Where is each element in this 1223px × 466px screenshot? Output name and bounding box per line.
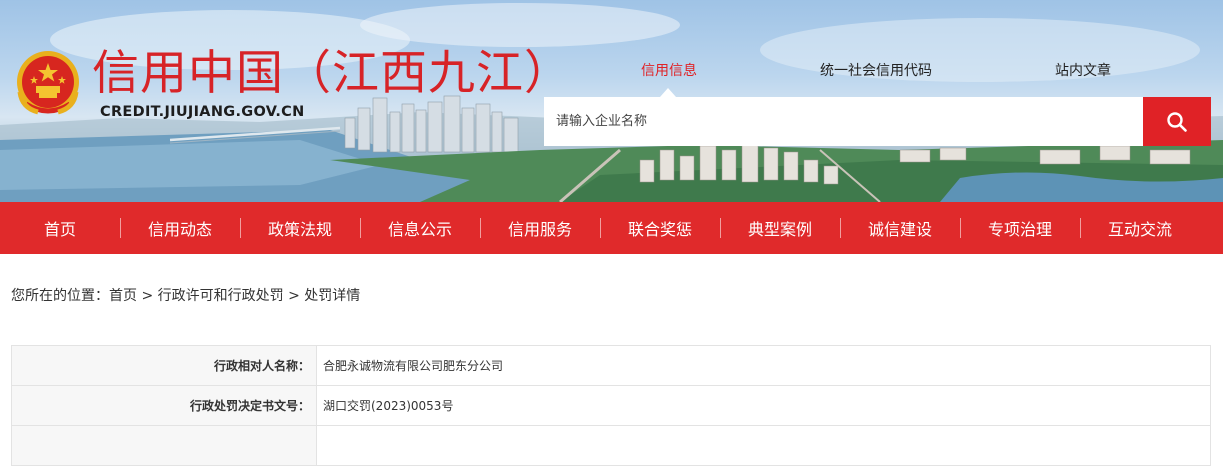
site-domain: CREDIT.JIUJIANG.GOV.CN	[100, 104, 305, 120]
active-tab-indicator	[660, 88, 676, 97]
breadcrumb-current: 处罚详情	[304, 288, 361, 304]
search-tabs: 信用信息 统一社会信用代码 站内文章	[0, 60, 1223, 84]
search-icon	[1167, 111, 1187, 132]
search-tab-site-articles[interactable]: 站内文章	[1055, 60, 1111, 82]
search-tab-credit-info[interactable]: 信用信息	[641, 60, 697, 82]
breadcrumb: 您所在的位置：首页 > 行政许可和行政处罚 > 处罚详情	[11, 285, 360, 305]
table-row: 行政相对人名称： 合肥永诚物流有限公司肥东分公司	[11, 345, 1211, 386]
nav-item-credit-news[interactable]: 信用动态	[120, 202, 240, 254]
national-emblem-icon	[17, 51, 79, 115]
row-value-decision-number: 湖口交罚(2023)0053号	[316, 385, 1211, 426]
row-value-next	[316, 425, 1211, 466]
nav-item-interaction[interactable]: 互动交流	[1080, 202, 1200, 254]
nav-item-home[interactable]: 首页	[0, 202, 120, 254]
row-label-next	[11, 425, 317, 466]
header-banner: 信用中国（江西九江） CREDIT.JIUJIANG.GOV.CN 信用信息 统…	[0, 0, 1223, 202]
breadcrumb-prefix: 您所在的位置：	[11, 288, 109, 304]
nav-item-integrity-building[interactable]: 诚信建设	[840, 202, 960, 254]
table-row	[11, 425, 1211, 466]
search-button[interactable]	[1143, 97, 1211, 146]
breadcrumb-admin-penalty-link[interactable]: 行政许可和行政处罚	[158, 288, 284, 304]
table-row: 行政处罚决定书文号： 湖口交罚(2023)0053号	[11, 385, 1211, 426]
breadcrumb-separator: >	[283, 288, 305, 304]
breadcrumb-separator: >	[137, 288, 158, 304]
penalty-detail-table: 行政相对人名称： 合肥永诚物流有限公司肥东分公司 行政处罚决定书文号： 湖口交罚…	[11, 345, 1211, 466]
breadcrumb-home-link[interactable]: 首页	[109, 288, 137, 304]
row-label-party-name: 行政相对人名称：	[11, 345, 317, 386]
nav-item-joint-rewards-penalties[interactable]: 联合奖惩	[600, 202, 720, 254]
row-label-decision-number: 行政处罚决定书文号：	[11, 385, 317, 426]
main-nav: 首页 信用动态 政策法规 信息公示 信用服务 联合奖惩 典型案例 诚信建设 专项…	[0, 202, 1223, 254]
search-input[interactable]	[544, 97, 1143, 146]
nav-item-credit-services[interactable]: 信用服务	[480, 202, 600, 254]
nav-item-info-disclosure[interactable]: 信息公示	[360, 202, 480, 254]
search-tab-credit-code[interactable]: 统一社会信用代码	[820, 60, 932, 82]
nav-item-special-governance[interactable]: 专项治理	[960, 202, 1080, 254]
nav-item-policies[interactable]: 政策法规	[240, 202, 360, 254]
row-value-party-name: 合肥永诚物流有限公司肥东分公司	[316, 345, 1211, 386]
nav-item-typical-cases[interactable]: 典型案例	[720, 202, 840, 254]
